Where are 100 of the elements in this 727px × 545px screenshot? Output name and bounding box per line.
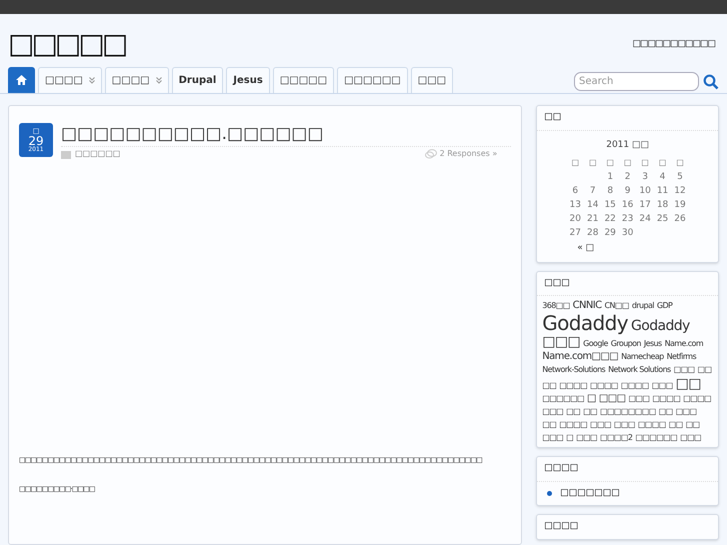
tag-link[interactable]: □□□ — [542, 334, 580, 350]
tag-link[interactable]: CN□□ — [604, 299, 629, 312]
site-tagline: □□□□□□□□□□□ — [632, 38, 715, 51]
calendar-day: 22 — [604, 212, 616, 226]
tag-link[interactable]: □□□ — [614, 418, 635, 431]
calendar-day: 29 — [604, 226, 616, 240]
tag-link[interactable]: □□□ — [542, 405, 564, 418]
site-title[interactable]: □□□□□ — [8, 23, 126, 66]
tag-link[interactable]: □ — [566, 431, 574, 444]
calendar-day: 6 — [570, 184, 581, 198]
link-item[interactable]: □□□□□□□ — [560, 486, 620, 500]
tag-link[interactable]: □□□□2 — [600, 431, 632, 444]
nav-tab[interactable]: □□□□□□ — [337, 67, 408, 93]
calendar-day: 21 — [587, 212, 598, 226]
tag-link[interactable]: Groupon — [610, 337, 641, 350]
calendar-day: 28 — [587, 226, 598, 240]
tag-link[interactable]: 368□□ — [542, 299, 570, 312]
tag-link[interactable]: □ — [587, 392, 596, 405]
tag-link[interactable]: GDP — [656, 299, 672, 312]
tag-link[interactable]: □□□□□□ — [635, 431, 678, 444]
tag-link[interactable]: □□□ — [674, 363, 695, 376]
tag-link[interactable]: Godaddy — [630, 318, 690, 334]
home-tab[interactable] — [8, 67, 35, 93]
tag-link[interactable]: □□ — [658, 405, 673, 418]
tag-link[interactable]: □□□ — [676, 405, 696, 418]
nav-tab[interactable]: □□□□ — [104, 67, 169, 93]
tag-link[interactable]: □□□ — [590, 418, 611, 431]
calendar-day: 16 — [622, 198, 634, 212]
tag-link[interactable]: □□□□□□□□ — [600, 405, 656, 418]
calendar-day: 18 — [656, 198, 668, 212]
widget-title: □□□□ — [543, 520, 580, 533]
tag-link[interactable]: □□ — [698, 363, 712, 376]
nav-tab[interactable]: Drupal — [172, 67, 224, 93]
nav-tab[interactable]: □□□□ — [38, 67, 102, 93]
calendar-day: 15 — [604, 198, 616, 212]
tag-link[interactable]: Google — [583, 337, 608, 350]
calendar-day: 2 — [622, 170, 634, 184]
date-day: 29 — [28, 134, 44, 146]
tag-link[interactable]: □□□ — [628, 392, 650, 405]
tag-link[interactable]: Namecheap — [621, 350, 664, 363]
tag-link[interactable]: □□ — [542, 418, 556, 431]
tag-link[interactable]: □□□□ — [638, 418, 666, 431]
calendar-caption: 2011 □□ — [606, 138, 650, 152]
widget-title: □□□ — [537, 272, 718, 296]
calendar-day: 8 — [604, 184, 616, 198]
tag-link[interactable]: CNNIC — [572, 299, 602, 312]
calendar-day: 4 — [656, 170, 668, 184]
nav-tab[interactable]: □□□ — [410, 67, 454, 93]
tag-link[interactable]: □□□ — [542, 431, 564, 444]
tag-link[interactable]: □□□□ — [683, 392, 712, 405]
tag-link[interactable]: Jesus — [644, 337, 662, 350]
tag-link[interactable]: Network Solutions — [608, 363, 671, 376]
weekday-label: □ — [605, 157, 615, 169]
calendar-day: 20 — [570, 212, 581, 226]
tag-link[interactable]: □□ — [542, 379, 556, 392]
tag-link[interactable]: Name.com — [664, 337, 704, 350]
calendar-day: 14 — [587, 198, 598, 212]
nav-tab[interactable]: Jesus — [226, 67, 270, 93]
nav-tab[interactable]: □□□□□ — [272, 67, 334, 93]
calendar-day: 24 — [639, 212, 651, 226]
tag-link[interactable]: □□□ — [576, 431, 598, 444]
calendar-day: 26 — [674, 212, 686, 226]
tag-link[interactable]: □□□□ — [590, 379, 618, 392]
tag-link[interactable]: □□ — [566, 405, 580, 418]
previous-month-link[interactable]: « □ — [577, 242, 594, 256]
calendar-day: 9 — [622, 184, 634, 198]
tag-link[interactable]: □□□□ — [559, 379, 588, 392]
calendar-day: 1 — [604, 170, 616, 184]
tag-link[interactable]: □□□□□□ — [542, 392, 584, 405]
weekday-label: □ — [675, 157, 685, 169]
search-icon[interactable] — [703, 74, 719, 90]
tag-link[interactable]: drupal — [632, 299, 654, 312]
calendar-day: 10 — [639, 184, 651, 198]
tag-link[interactable]: □□ — [668, 418, 683, 431]
weekday-label: □ — [640, 157, 650, 169]
tag-link[interactable]: Godaddy — [542, 312, 628, 334]
home-icon — [16, 75, 27, 85]
weekday-label: □ — [570, 157, 580, 169]
widget-title: □□ — [537, 106, 718, 130]
tag-link[interactable]: Name.com□□□ — [542, 350, 618, 363]
post-title[interactable]: □□□□□□□□□□.□□□□□□ — [61, 123, 512, 145]
calendar-day: 30 — [622, 226, 634, 240]
search-field[interactable]: Search — [574, 72, 699, 91]
tag-link[interactable]: □□□ — [680, 431, 701, 444]
tag-link[interactable]: □□□ — [652, 379, 673, 392]
tag-link[interactable]: □□ — [676, 376, 701, 392]
tag-link[interactable]: □□ — [583, 405, 597, 418]
calendar-day: 25 — [656, 212, 668, 226]
tag-link[interactable]: Network-Solutions — [542, 363, 606, 376]
tag-link[interactable]: □□□□ — [559, 418, 588, 431]
calendar-day: 23 — [622, 212, 634, 226]
post-category[interactable]: □□□□□□ — [75, 148, 120, 160]
tag-link[interactable]: Netfirms — [666, 350, 696, 363]
tag-link[interactable]: □□□ — [598, 392, 626, 405]
weekday-label: □ — [622, 157, 632, 169]
tag-link[interactable]: □□ — [686, 418, 700, 431]
tag-link[interactable]: □□□□ — [652, 392, 680, 405]
tag-link[interactable]: □□□□ — [620, 379, 649, 392]
weekday-label: □ — [588, 157, 598, 169]
widget-title: □□□□ — [537, 457, 718, 482]
